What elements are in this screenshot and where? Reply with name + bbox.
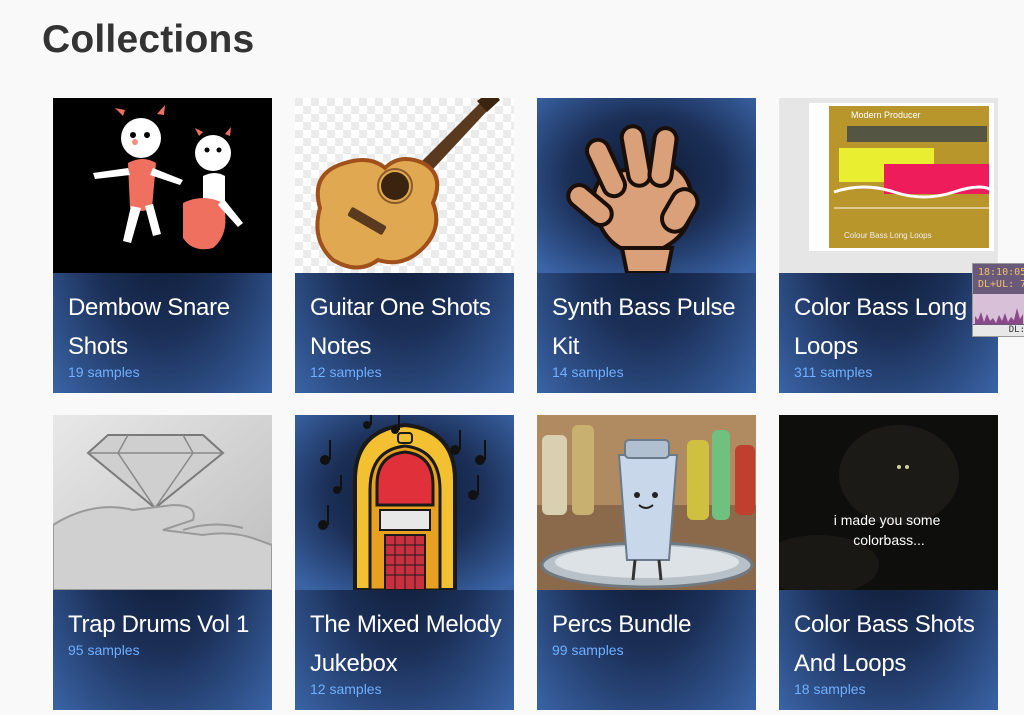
collection-card-synth-bass-pulse-kit[interactable]: Synth Bass Pulse Kit 14 samples — [537, 98, 756, 393]
collection-thumbnail[interactable]: i made you some colorbass... — [779, 415, 998, 590]
collection-title[interactable]: Color Bass Shots And Loops — [794, 605, 992, 683]
collection-thumbnail[interactable] — [537, 98, 756, 273]
waveform-cover-image: Modern Producer Colour Bass Long Loops — [779, 98, 998, 273]
collection-card-trap-drums-vol-1[interactable]: Trap Drums Vol 1 95 samples — [53, 415, 272, 710]
card-info: Trap Drums Vol 1 95 samples — [68, 605, 266, 659]
cover-title-text: Modern Producer — [851, 110, 921, 120]
card-info: Color Bass Shots And Loops 18 samples — [794, 605, 992, 698]
cartoon-hand-image — [537, 98, 756, 273]
sample-count: 311 samples — [794, 364, 873, 380]
collection-thumbnail[interactable]: Modern Producer Colour Bass Long Loops — [779, 98, 998, 273]
page-title: Collections — [42, 18, 255, 61]
card-info: Percs Bundle 99 samples — [552, 605, 750, 659]
sample-count: 19 samples — [68, 364, 140, 380]
collection-card-guitar-one-shots-notes[interactable]: Guitar One Shots Notes 12 samples — [295, 98, 514, 393]
collection-title[interactable]: Dembow Snare Shots — [68, 288, 266, 366]
collection-thumbnail[interactable] — [53, 415, 272, 590]
collection-title[interactable]: Trap Drums Vol 1 — [68, 605, 266, 644]
netmon-dl: DL: — [973, 325, 1024, 336]
collections-grid: Dembow Snare Shots 19 samples Guitar One… — [53, 98, 998, 710]
diamond-hand-image — [53, 415, 272, 590]
card-info: The Mixed Melody Jukebox 12 samples — [310, 605, 508, 698]
network-monitor-widget[interactable]: 18:10:05 DL+UL: 7 DL: — [972, 263, 1024, 337]
collection-card-the-mixed-melody-jukebox[interactable]: The Mixed Melody Jukebox 12 samples — [295, 415, 514, 710]
netmon-graph — [973, 294, 1024, 324]
collection-title[interactable]: Synth Bass Pulse Kit — [552, 288, 750, 366]
collection-thumbnail[interactable] — [53, 98, 272, 273]
collection-title[interactable]: Percs Bundle — [552, 605, 750, 644]
cover-subtitle-text: Colour Bass Long Loops — [844, 231, 932, 240]
collection-thumbnail[interactable] — [295, 415, 514, 590]
collection-card-percs-bundle[interactable]: Percs Bundle 99 samples — [537, 415, 756, 710]
collection-card-dembow-snare-shots[interactable]: Dembow Snare Shots 19 samples — [53, 98, 272, 393]
sample-count: 12 samples — [310, 681, 382, 697]
dark-meme-image: i made you some colorbass... — [779, 415, 998, 590]
jukebox-image — [295, 415, 514, 590]
collection-thumbnail[interactable] — [537, 415, 756, 590]
card-info: Color Bass Long Loops 311 samples — [794, 288, 992, 381]
collection-card-color-bass-long-loops[interactable]: Modern Producer Colour Bass Long Loops C… — [779, 98, 998, 393]
collection-thumbnail[interactable] — [295, 98, 514, 273]
cocktail-shaker-image — [537, 415, 756, 590]
card-info: Synth Bass Pulse Kit 14 samples — [552, 288, 750, 381]
collections-page: Collections Dembow Snare Shots 19 sample… — [0, 0, 1024, 715]
collection-title[interactable]: Color Bass Long Loops — [794, 288, 992, 366]
card-info: Dembow Snare Shots 19 samples — [68, 288, 266, 381]
sample-count: 12 samples — [310, 364, 382, 380]
card-info: Guitar One Shots Notes 12 samples — [310, 288, 508, 381]
netmon-time: 18:10:05 — [978, 267, 1024, 278]
sample-count: 14 samples — [552, 364, 624, 380]
collection-card-color-bass-shots-and-loops[interactable]: i made you some colorbass... Color Bass … — [779, 415, 998, 710]
acoustic-guitar-image — [295, 98, 514, 273]
netmon-rate: DL+UL: 7 — [978, 279, 1024, 290]
collection-title[interactable]: The Mixed Melody Jukebox — [310, 605, 508, 683]
cartoon-dancers-image — [53, 98, 272, 273]
collection-title[interactable]: Guitar One Shots Notes — [310, 288, 508, 366]
